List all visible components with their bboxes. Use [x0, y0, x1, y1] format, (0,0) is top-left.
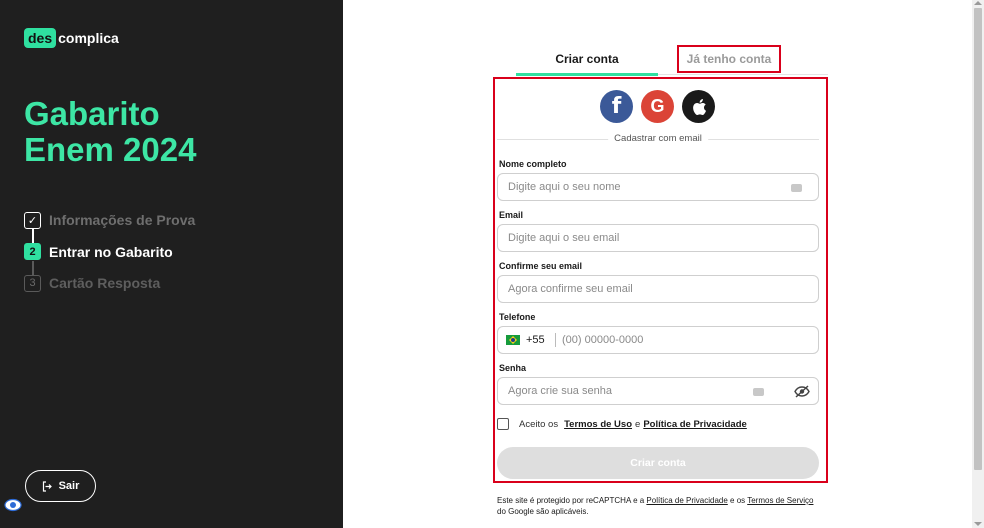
google-terms-link[interactable]: Termos de Serviço: [747, 496, 813, 505]
autofill-icon[interactable]: [753, 388, 764, 396]
step-label: Entrar no Gabarito: [49, 243, 173, 260]
sidebar: des complica Gabarito Enem 2024 ✓ Inform…: [0, 0, 343, 528]
page-title-line1: Gabarito: [24, 95, 160, 132]
terms-checkbox[interactable]: [497, 418, 509, 430]
country-code-selector[interactable]: +55: [506, 327, 564, 353]
step-connector: [32, 261, 34, 275]
step-connector: [32, 229, 34, 243]
recaptcha-text: e os: [727, 496, 748, 505]
country-code: +55: [526, 334, 545, 346]
logo-box: des: [24, 28, 57, 48]
scrollbar[interactable]: [972, 0, 984, 528]
step-label: Cartão Resposta: [49, 275, 161, 291]
terms-consent: Aceito os Termos de Uso e Política de Pr…: [497, 418, 747, 430]
scroll-up-arrow[interactable]: [974, 1, 982, 5]
phone-input[interactable]: [562, 327, 802, 353]
page-title-line2: Enem 2024: [24, 131, 197, 168]
apple-icon: [692, 98, 706, 115]
step-number: 3: [24, 274, 41, 292]
logout-button[interactable]: Sair: [25, 470, 96, 502]
recaptcha-text: Este site é protegido por reCAPTCHA e a: [497, 496, 647, 505]
brazil-flag-icon: [506, 335, 520, 345]
scroll-thumb[interactable]: [974, 8, 982, 470]
password-label: Senha: [499, 363, 527, 373]
confirm-email-field[interactable]: [497, 275, 819, 303]
social-login: f G: [600, 90, 723, 123]
phone-separator: [554, 333, 556, 347]
email-field[interactable]: [497, 224, 819, 252]
logout-icon: [42, 480, 52, 492]
step-cartao: 3 Cartão Resposta: [24, 274, 195, 292]
terms-and: e: [635, 418, 641, 430]
facebook-icon: f: [611, 94, 622, 119]
logo-text: complica: [58, 30, 119, 46]
tab-have-account[interactable]: Já tenho conta: [677, 45, 781, 73]
eye-off-icon[interactable]: [794, 385, 810, 398]
google-privacy-link[interactable]: Política de Privacidade: [646, 496, 727, 505]
email-divider: Cadastrar com email: [497, 133, 819, 147]
terms-of-use-link[interactable]: Termos de Uso: [564, 419, 632, 430]
tab-create-account[interactable]: Criar conta: [516, 48, 658, 76]
name-label: Nome completo: [499, 159, 567, 169]
facebook-login-button[interactable]: f: [600, 90, 633, 123]
step-informacoes: ✓ Informações de Prova: [24, 211, 195, 229]
confirm-email-input[interactable]: [508, 276, 768, 302]
logout-label: Sair: [58, 480, 80, 492]
autofill-icon[interactable]: [791, 184, 802, 192]
password-input[interactable]: [508, 378, 768, 404]
recaptcha-text: do Google são aplicáveis.: [497, 507, 589, 516]
google-login-button[interactable]: G: [641, 90, 674, 123]
email-label: Email: [499, 210, 524, 220]
email-input[interactable]: [508, 225, 768, 251]
confirm-email-label: Confirme seu email: [499, 261, 583, 271]
step-number: 2: [24, 243, 41, 260]
accessibility-eye-icon[interactable]: [4, 498, 22, 512]
tab-baseline: [658, 74, 828, 75]
divider-text: Cadastrar com email: [608, 133, 708, 144]
phone-field[interactable]: +55: [497, 326, 819, 354]
check-icon: ✓: [24, 211, 41, 229]
password-field[interactable]: [497, 377, 819, 405]
name-input[interactable]: [508, 174, 768, 200]
apple-login-button[interactable]: [682, 90, 715, 123]
step-label: Informações de Prova: [49, 212, 196, 228]
scroll-down-arrow[interactable]: [974, 522, 982, 526]
progress-steps: ✓ Informações de Prova 2 Entrar no Gabar…: [24, 211, 195, 306]
privacy-policy-link[interactable]: Política de Privacidade: [643, 419, 747, 430]
terms-prefix: Aceito os: [519, 418, 559, 430]
recaptcha-notice: Este site é protegido por reCAPTCHA e a …: [497, 495, 817, 517]
page-title: Gabarito Enem 2024: [24, 96, 196, 168]
name-field[interactable]: [497, 173, 819, 201]
descomplica-logo[interactable]: des complica: [24, 28, 119, 48]
create-account-button[interactable]: Criar conta: [497, 447, 819, 479]
google-icon: G: [650, 96, 665, 116]
step-entrar: 2 Entrar no Gabarito: [24, 243, 195, 261]
phone-label: Telefone: [499, 312, 536, 322]
